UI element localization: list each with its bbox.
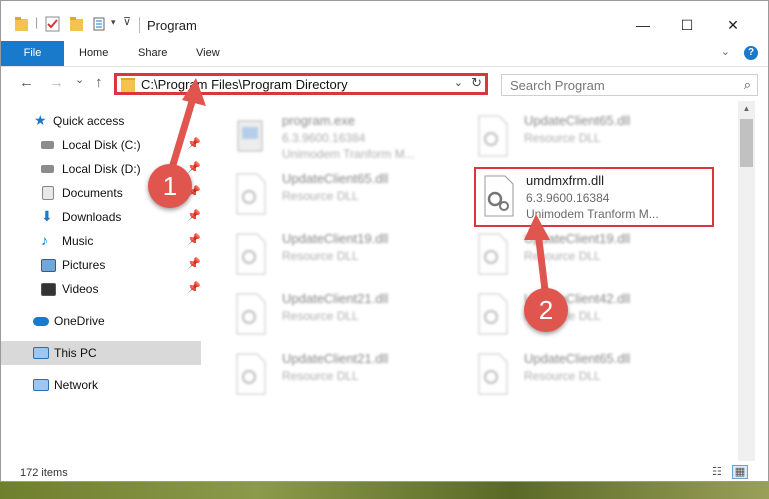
annotation-arrows [168,78,550,294]
annotation-arrowhead-1 [182,78,206,106]
desktop-background [0,482,769,499]
step-1-badge: 1 [148,164,192,208]
annotation-arrow-1 [168,91,198,172]
annotation-arrowhead-2 [524,214,550,240]
annotation-arrow-2 [534,228,549,294]
step-2-badge: 2 [524,288,568,332]
